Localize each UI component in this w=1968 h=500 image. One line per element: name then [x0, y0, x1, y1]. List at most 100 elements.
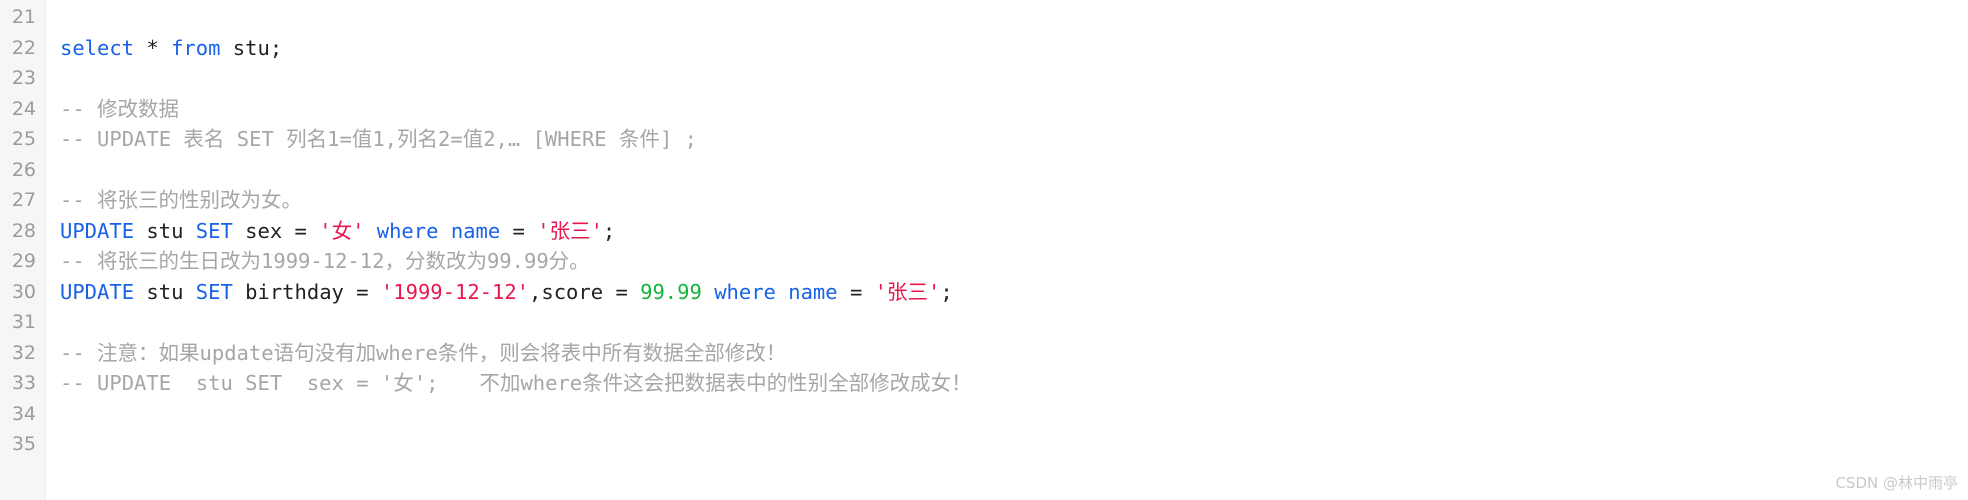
code-token: 1=	[327, 127, 352, 151]
code-line[interactable]	[60, 429, 1968, 460]
code-line[interactable]: -- 注意：如果update语句没有加where条件，则会将表中所有数据全部修改…	[60, 338, 1968, 369]
line-number: 30	[11, 280, 36, 303]
code-token: 修改数据	[97, 96, 180, 121]
code-token: 语句没有加	[273, 340, 377, 365]
code-token: 条件	[618, 127, 660, 151]
code-token: '	[352, 218, 365, 243]
line-number: 23	[11, 67, 36, 89]
line-number: 21	[11, 6, 36, 28]
code-token: 2=	[438, 127, 463, 151]
code-token: ;	[602, 218, 616, 243]
csdn-watermark: CSDN @林中雨亭	[1835, 474, 1958, 492]
code-line[interactable]	[60, 307, 1968, 338]
code-token: stu	[134, 279, 196, 304]
code-token: '1999-12-12'	[380, 279, 530, 304]
code-token: where	[714, 279, 776, 304]
code-token: 2,… [WHERE	[483, 127, 619, 151]
code-token: *	[146, 35, 159, 60]
code-token: '	[928, 279, 941, 304]
line-number: 26	[11, 158, 36, 181]
code-token: 列名	[397, 127, 439, 151]
code-token: SET	[195, 218, 233, 243]
code-token: update	[199, 340, 274, 365]
code-token: name	[450, 218, 501, 243]
code-token: 不加	[479, 371, 521, 395]
code-line[interactable]	[60, 399, 1968, 430]
code-token: 1999-12-12	[261, 249, 385, 273]
code-token: ，分数改为	[384, 249, 487, 273]
code-token: 女	[331, 218, 353, 243]
code-token: select	[60, 35, 135, 60]
code-token: '	[537, 218, 550, 243]
code-line[interactable]: -- 修改数据	[60, 94, 1968, 125]
code-token: ';	[413, 371, 439, 395]
code-token: =	[512, 218, 525, 243]
code-token: stu;	[220, 35, 283, 60]
code-token: =	[356, 279, 369, 304]
code-line[interactable]: UPDATE stu SET sex = '女' where name = '张…	[60, 216, 1968, 247]
code-line[interactable]: -- 将张三的性别改为女。	[60, 185, 1968, 216]
code-token: 条件，则会将表中所有数据全部修改！	[437, 340, 787, 365]
code-token: ,score	[529, 279, 616, 304]
code-token: 分。	[548, 249, 590, 273]
code-token: 99.99	[640, 279, 702, 304]
code-token: '	[319, 218, 332, 243]
code-token: 注意：如果	[97, 340, 200, 365]
code-token: 列名	[286, 127, 328, 151]
code-token: name	[788, 279, 838, 304]
code-token: --	[60, 249, 98, 273]
code-token: 表名	[183, 127, 225, 151]
code-token: where	[376, 340, 438, 365]
code-token: ] ;	[659, 127, 697, 151]
code-line[interactable]: -- UPDATE 表名 SET 列名1=值1,列名2=值2,… [WHERE …	[60, 124, 1968, 155]
line-number: 22	[11, 36, 36, 59]
code-line[interactable]: -- 将张三的生日改为1999-12-12，分数改为99.99分。	[60, 246, 1968, 277]
code-token: sex	[232, 218, 295, 243]
code-token: --	[60, 188, 98, 212]
code-token: ;	[940, 279, 953, 304]
code-token: 值	[351, 127, 373, 151]
code-line[interactable]	[60, 2, 1968, 33]
line-number: 24	[11, 97, 36, 120]
code-line[interactable]: UPDATE stu SET birthday = '1999-12-12',s…	[60, 277, 1968, 308]
code-token: 1,	[372, 127, 398, 151]
code-token: 张三	[887, 279, 928, 304]
code-token: 条件这会把数据表中的性别全部修改成女！	[582, 371, 972, 395]
code-token: =	[294, 218, 307, 243]
code-token: --	[60, 96, 98, 121]
code-token: from	[171, 35, 221, 60]
code-line[interactable]: -- UPDATE stu SET sex = '女'; 不加where条件这会…	[60, 368, 1968, 399]
code-token: 将张三的性别改为女。	[97, 188, 303, 212]
code-token: 99.99	[486, 249, 549, 273]
code-content-area[interactable]: select * from stu; -- 修改数据 -- UPDATE 表名 S…	[46, 0, 1968, 500]
code-token: =	[849, 279, 863, 304]
line-number: 28	[11, 219, 36, 242]
code-token: -- UPDATE	[60, 127, 184, 151]
code-token: SET	[195, 279, 233, 304]
line-number: 27	[11, 189, 36, 211]
code-token: '	[590, 218, 603, 243]
code-token: 将张三的生日改为	[97, 249, 262, 273]
code-token: UPDATE	[60, 279, 135, 304]
code-editor[interactable]: 21 22 23 24 25 26 27 28 29 30 31 32 33 34 35 select * …	[0, 0, 1968, 500]
code-token: 女	[393, 371, 414, 395]
line-number: 35	[11, 433, 36, 455]
code-line[interactable]: select * from stu;	[60, 33, 1968, 64]
code-token: where	[520, 371, 583, 395]
code-line[interactable]	[60, 155, 1968, 186]
line-number: 33	[11, 372, 36, 394]
code-line[interactable]	[60, 63, 1968, 94]
code-token: =	[615, 279, 628, 304]
line-number-gutter: 21 22 23 24 25 26 27 28 29 30 31 32 33 34 35	[0, 0, 46, 500]
code-token: --	[60, 340, 98, 365]
line-number: 29	[11, 250, 36, 272]
